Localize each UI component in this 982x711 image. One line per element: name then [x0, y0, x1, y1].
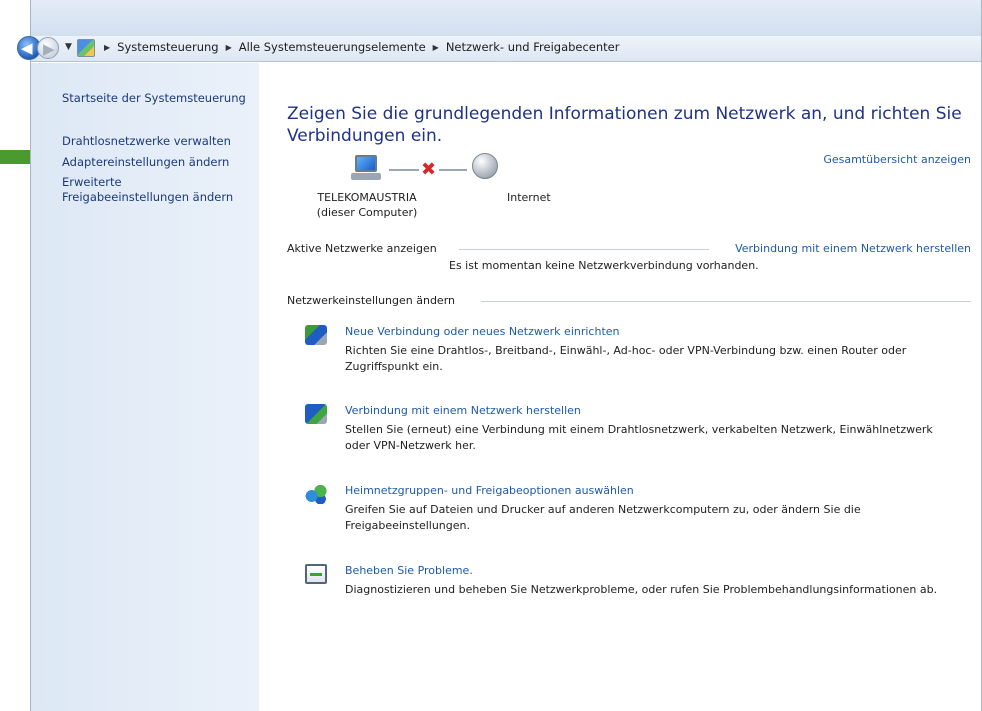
connect-network-icon: [305, 404, 327, 424]
title-bar: [31, 0, 981, 36]
task-link-new-connection[interactable]: Neue Verbindung oder neues Netzwerk einr…: [345, 325, 620, 338]
section-divider: [481, 301, 971, 302]
control-panel-icon: [77, 39, 95, 57]
sidebar-item-adapter-settings[interactable]: Adaptereinstellungen ändern: [62, 155, 229, 170]
breadcrumb-separator-icon[interactable]: ▶: [430, 43, 442, 52]
task-description: Richten Sie eine Drahtlos-, Breitband-, …: [345, 344, 907, 373]
sidebar-item-label: Erweiterte: [62, 175, 122, 189]
computer-name: TELEKOMAUSTRIA: [317, 191, 417, 204]
breadcrumb-separator-icon[interactable]: ▶: [223, 43, 235, 52]
network-settings-heading: Netzwerkeinstellungen ändern: [287, 294, 455, 307]
disconnected-icon[interactable]: ✖: [421, 159, 436, 180]
section-divider: [459, 249, 709, 250]
computer-subtitle: (dieser Computer): [316, 206, 418, 219]
new-connection-icon: [305, 325, 327, 345]
overview-link[interactable]: Gesamtübersicht anzeigen: [823, 153, 971, 166]
task-link-connect-network[interactable]: Verbindung mit einem Netzwerk herstellen: [345, 404, 581, 417]
connect-network-link[interactable]: Verbindung mit einem Netzwerk herstellen: [735, 242, 971, 255]
task-link-homegroup[interactable]: Heimnetzgruppen- und Freigabeoptionen au…: [345, 484, 634, 497]
sidebar: Startseite der Systemsteuerung Drahtlosn…: [31, 63, 259, 711]
task-description: Greifen Sie auf Dateien und Drucker auf …: [345, 503, 861, 532]
page-title: Zeigen Sie die grundlegenden Information…: [287, 104, 962, 146]
breadcrumb: ▶ Systemsteuerung ▶ Alle Systemsteuerung…: [101, 40, 624, 54]
sidebar-item-advanced-sharing[interactable]: Erweiterte Freigabeeinstellungen ändern: [62, 175, 233, 205]
breadcrumb-netzwerkcenter[interactable]: Netzwerk- und Freigabecenter: [442, 40, 624, 54]
internet-label: Internet: [507, 191, 551, 204]
back-arrow-icon: ◀: [21, 39, 33, 57]
breadcrumb-alle-elemente[interactable]: Alle Systemsteuerungselemente: [235, 40, 430, 54]
sidebar-item-label: Freigabeeinstellungen ändern: [62, 190, 234, 204]
main-content: Zeigen Sie die grundlegenden Information…: [259, 63, 981, 711]
computer-icon[interactable]: [351, 155, 381, 181]
window: ◀ ▶ ▼ ▶ Systemsteuerung ▶ Alle Systemste…: [17, 0, 982, 711]
troubleshoot-icon: [305, 564, 327, 584]
homegroup-icon: [305, 484, 327, 504]
recent-pages-dropdown-icon[interactable]: ▼: [65, 42, 72, 52]
forward-arrow-icon: ▶: [43, 40, 55, 58]
active-networks-heading: Aktive Netzwerke anzeigen: [287, 242, 437, 255]
connection-line: [389, 169, 419, 171]
task-description: Stellen Sie (erneut) eine Verbindung mit…: [345, 423, 933, 452]
no-connection-message: Es ist momentan keine Netzwerkverbindung…: [449, 259, 759, 272]
sidebar-item-manage-wireless[interactable]: Drahtlosnetzwerke verwalten: [62, 134, 231, 149]
breadcrumb-systemsteuerung[interactable]: Systemsteuerung: [113, 40, 222, 54]
forward-button[interactable]: ▶: [37, 37, 59, 59]
task-description: Diagnostizieren und beheben Sie Netzwerk…: [345, 583, 938, 596]
breadcrumb-separator-icon[interactable]: ▶: [101, 43, 113, 52]
address-bar: ◀ ▶ ▼ ▶ Systemsteuerung ▶ Alle Systemste…: [17, 36, 981, 62]
connection-line: [439, 169, 467, 171]
task-link-troubleshoot[interactable]: Beheben Sie Probleme.: [345, 564, 473, 577]
internet-globe-icon[interactable]: [472, 153, 498, 179]
sidebar-item-control-panel-home[interactable]: Startseite der Systemsteuerung: [62, 91, 246, 106]
